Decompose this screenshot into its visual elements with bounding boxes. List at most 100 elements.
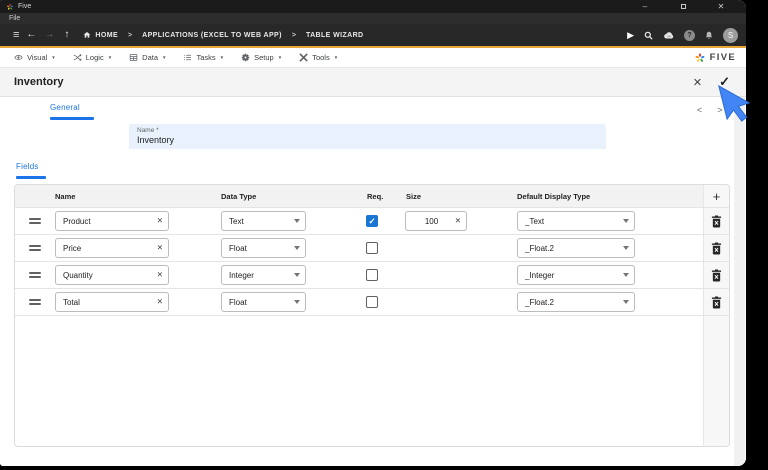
required-checkbox[interactable]: ✓ (366, 296, 378, 308)
drag-handle[interactable] (15, 296, 55, 308)
clear-icon[interactable]: ✕ (157, 298, 163, 306)
maximize-button[interactable] (664, 0, 702, 13)
size-input[interactable]: ✕ (405, 211, 467, 231)
form-content: General < > Name * Inventory Fields Name… (0, 97, 746, 466)
select-caret-icon (623, 300, 629, 304)
search-button[interactable] (643, 30, 654, 41)
breadcrumb-table-wizard[interactable]: TABLE WIZARD (306, 32, 364, 39)
table-icon (129, 54, 138, 61)
field-name-input[interactable]: ✕ (55, 292, 169, 312)
field-name-input[interactable]: ✕ (55, 265, 169, 285)
notifications-button[interactable] (704, 30, 714, 41)
data-type-select[interactable]: Text (221, 211, 306, 231)
dropdown-caret-icon: ▼ (107, 55, 113, 60)
delete-field-button[interactable] (703, 262, 729, 288)
window-controls: – ✕ (626, 0, 740, 13)
column-header-data-type: Data Type (221, 191, 257, 201)
toolbar-menu-logic[interactable]: Logic ▼ (73, 53, 112, 62)
clear-icon[interactable]: ✕ (157, 217, 163, 225)
required-checkbox[interactable]: ✓ (366, 269, 378, 281)
checkmark-icon: ✓ (368, 215, 376, 226)
cancel-button[interactable]: ✕ (693, 76, 702, 89)
select-caret-icon (294, 300, 300, 304)
data-type-select[interactable]: Float (221, 238, 306, 258)
tab-fields[interactable]: Fields (16, 162, 39, 171)
toolbar-menu-label: Tasks (196, 53, 216, 62)
required-checkbox[interactable]: ✓ (366, 215, 378, 227)
toolbar-menu-label: Data (142, 53, 159, 62)
prev-record-button[interactable]: < (697, 105, 702, 115)
breadcrumb-separator: > (291, 31, 296, 39)
name-field[interactable]: Name * Inventory (129, 124, 606, 149)
breadcrumb-home[interactable]: HOME (83, 31, 118, 39)
required-checkbox[interactable]: ✓ (366, 242, 378, 254)
plus-icon: + (712, 188, 721, 204)
toolbar-menu-data[interactable]: Data ▼ (129, 53, 166, 62)
drag-handle-icon (29, 296, 41, 308)
toolbar-menu-setup[interactable]: Setup ▼ (241, 53, 282, 62)
home-icon (84, 32, 91, 38)
table-header-row: Name Data Type Req. Size Default Display… (15, 185, 729, 207)
field-row: ✕ Float ✓ _Float.2 (15, 234, 729, 261)
run-button[interactable]: ▶ (627, 30, 634, 40)
five-logo-icon (695, 52, 705, 62)
toolbar-menu-tasks[interactable]: Tasks ▼ (183, 53, 224, 62)
back-button[interactable]: ← (26, 30, 36, 40)
form-title: Inventory (14, 76, 64, 88)
help-button[interactable]: ? (684, 29, 695, 41)
column-header-default-display-type: Default Display Type (517, 191, 591, 201)
user-avatar[interactable]: S (723, 27, 738, 43)
delete-field-button[interactable] (703, 208, 729, 234)
toolbar-menu-visual[interactable]: Visual ▼ (14, 53, 56, 62)
toolbar-menu-label: Tools (312, 53, 330, 62)
record-pager: < > (697, 105, 723, 115)
minimize-button[interactable]: – (626, 0, 664, 13)
search-icon (644, 31, 653, 40)
close-icon: ✕ (692, 76, 703, 89)
clear-icon[interactable]: ✕ (157, 271, 163, 279)
data-type-select[interactable]: Integer (221, 265, 306, 285)
drag-handle[interactable] (15, 269, 55, 281)
toolbar-menu-label: Setup (254, 53, 274, 62)
field-row: ✕ Float ✓ _Float.2 (15, 288, 729, 315)
toolbar-menu-tools[interactable]: Tools ▼ (299, 53, 338, 62)
default-display-select[interactable]: _Float.2 (517, 238, 635, 258)
drag-handle[interactable] (15, 242, 55, 254)
close-button[interactable]: ✕ (702, 0, 740, 13)
toolbar: Visual ▼ Logic ▼ Data ▼ Tasks ▼ Setup ▼ … (0, 48, 746, 68)
up-button[interactable]: ↑ (64, 30, 69, 40)
delete-field-button[interactable] (703, 289, 729, 315)
nav-bar: ≡ ← → ↑ HOME > APPLICATIONS (EXCEL TO WE… (0, 24, 746, 46)
menu-bar: File (0, 13, 746, 24)
default-display-select[interactable]: _Text (517, 211, 635, 231)
add-field-button[interactable]: + (703, 185, 729, 207)
breadcrumb-applications[interactable]: APPLICATIONS (EXCEL TO WEB APP) (142, 32, 282, 39)
column-header-size: Size (406, 191, 422, 201)
scrollbar[interactable] (734, 97, 745, 466)
column-header-name: Name (55, 191, 76, 201)
default-display-select[interactable]: _Float.2 (517, 292, 635, 312)
select-caret-icon (623, 219, 629, 223)
clear-icon[interactable]: ✕ (455, 217, 461, 225)
drag-handle-icon (29, 215, 41, 227)
assistant-button[interactable] (663, 30, 675, 40)
breadcrumb-home-label: HOME (95, 31, 119, 39)
file-menu[interactable]: File (9, 15, 20, 22)
dropdown-caret-icon: ▼ (162, 55, 167, 60)
toolbar-menu-label: Logic (85, 53, 104, 62)
default-display-select[interactable]: _Integer (517, 265, 635, 285)
field-row: ✕ Text ✓ ✕ _Text (15, 207, 729, 234)
hamburger-menu-button[interactable]: ≡ (13, 29, 19, 41)
field-name-input[interactable]: ✕ (55, 211, 169, 231)
drag-handle[interactable] (15, 215, 55, 227)
field-name-input[interactable]: ✕ (55, 238, 169, 258)
tab-general[interactable]: General (50, 103, 80, 112)
app-window: Five – ✕ File ≡ ← → ↑ HOME > APPLICATION… (0, 0, 746, 466)
window-titlebar: Five – ✕ (0, 0, 746, 13)
select-caret-icon (294, 246, 300, 250)
clear-icon[interactable]: ✕ (157, 244, 163, 252)
tab-general-underline (50, 117, 94, 120)
data-type-select[interactable]: Float (221, 292, 306, 312)
gear-icon (241, 53, 250, 62)
delete-field-button[interactable] (703, 235, 729, 261)
